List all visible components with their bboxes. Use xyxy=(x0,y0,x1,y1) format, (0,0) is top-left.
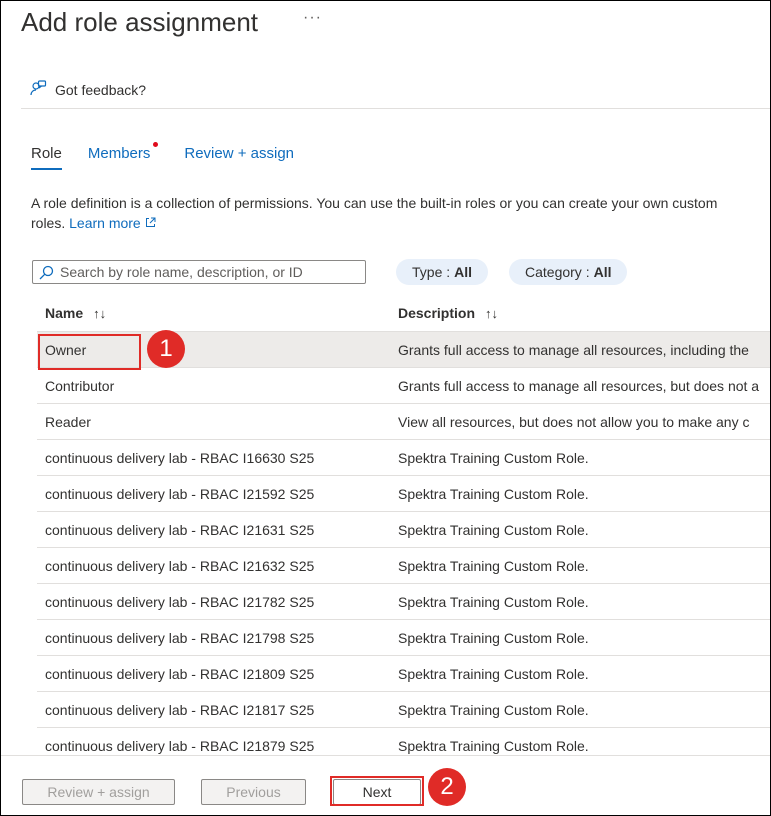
tab-members[interactable]: Members xyxy=(87,142,159,170)
role-name: continuous delivery lab - RBAC I21782 S2… xyxy=(45,593,315,610)
sort-icon[interactable]: ↑↓ xyxy=(93,306,106,321)
role-name: continuous delivery lab - RBAC I16630 S2… xyxy=(45,449,315,466)
tab-bar: Role Members Review + assign xyxy=(31,142,320,170)
role-description: Spektra Training Custom Role. xyxy=(398,665,589,682)
add-role-assignment-blade: Add role assignment ··· Got feedback? Ro… xyxy=(0,0,771,816)
role-description: Spektra Training Custom Role. xyxy=(398,701,589,718)
owner-highlight-box xyxy=(38,334,141,370)
category-filter-value: All xyxy=(593,264,612,280)
role-description: Spektra Training Custom Role. xyxy=(398,737,589,754)
role-description: Spektra Training Custom Role. xyxy=(398,521,589,538)
search-input[interactable] xyxy=(58,263,362,281)
table-row[interactable]: continuous delivery lab - RBAC I21631 S2… xyxy=(37,512,770,548)
column-description-label: Description xyxy=(398,305,476,321)
role-name: continuous delivery lab - RBAC I21632 S2… xyxy=(45,557,315,574)
review-assign-button[interactable]: Review + assign xyxy=(22,779,175,805)
divider xyxy=(21,108,770,109)
role-name: continuous delivery lab - RBAC I21879 S2… xyxy=(45,737,315,754)
role-name: continuous delivery lab - RBAC I21809 S2… xyxy=(45,665,315,682)
role-description: View all resources, but does not allow y… xyxy=(398,413,750,430)
previous-button[interactable]: Previous xyxy=(201,779,306,805)
feedback-link[interactable]: Got feedback? xyxy=(29,79,146,100)
tab-role-label: Role xyxy=(31,145,62,162)
table-row[interactable]: continuous delivery lab - RBAC I21592 S2… xyxy=(37,476,770,512)
type-filter-value: All xyxy=(454,264,473,280)
type-filter-label: Type : xyxy=(412,264,451,280)
role-description: Grants full access to manage all resourc… xyxy=(398,377,760,394)
role-description-text: A role definition is a collection of per… xyxy=(31,193,721,233)
category-filter-label: Category : xyxy=(525,264,590,280)
external-link-icon xyxy=(145,215,156,231)
role-description: Spektra Training Custom Role. xyxy=(398,485,589,502)
tab-review-assign[interactable]: Review + assign xyxy=(184,145,294,170)
roles-table: Name ↑↓ Description ↑↓ Owner Grants full ac… xyxy=(37,295,770,764)
type-filter-pill[interactable]: Type : All xyxy=(396,259,489,285)
search-icon xyxy=(39,265,54,280)
role-description: Spektra Training Custom Role. xyxy=(398,557,589,574)
table-row[interactable]: continuous delivery lab - RBAC I21632 S2… xyxy=(37,548,770,584)
step-badge-2: 2 xyxy=(428,768,466,806)
role-name: Contributor xyxy=(45,377,115,394)
feedback-label: Got feedback? xyxy=(55,81,147,98)
role-search-box[interactable] xyxy=(32,260,366,284)
column-header-description[interactable]: Description ↑↓ xyxy=(398,305,770,321)
next-highlight-box xyxy=(330,776,424,806)
notification-dot xyxy=(153,142,159,147)
role-description: Spektra Training Custom Role. xyxy=(398,629,589,646)
table-row[interactable]: continuous delivery lab - RBAC I21817 S2… xyxy=(37,692,770,728)
role-name: Reader xyxy=(45,413,91,430)
table-row[interactable]: continuous delivery lab - RBAC I21782 S2… xyxy=(37,584,770,620)
tab-members-label: Members xyxy=(87,145,151,162)
role-description: Grants full access to manage all resourc… xyxy=(398,341,749,358)
column-name-label: Name xyxy=(45,305,84,321)
role-name: continuous delivery lab - RBAC I21817 S2… xyxy=(45,701,315,718)
step-badge-1: 1 xyxy=(147,330,185,368)
learn-more-label: Learn more xyxy=(69,215,141,231)
role-name: continuous delivery lab - RBAC I21798 S2… xyxy=(45,629,315,646)
learn-more-link[interactable]: Learn more xyxy=(69,215,156,231)
sort-icon[interactable]: ↑↓ xyxy=(485,306,498,321)
table-header: Name ↑↓ Description ↑↓ xyxy=(37,295,770,332)
feedback-person-icon xyxy=(29,79,47,100)
column-header-name[interactable]: Name ↑↓ xyxy=(37,305,398,321)
page-title: Add role assignment xyxy=(21,7,259,37)
table-row[interactable]: continuous delivery lab - RBAC I16630 S2… xyxy=(37,440,770,476)
tab-role[interactable]: Role xyxy=(31,145,62,170)
table-row[interactable]: continuous delivery lab - RBAC I21798 S2… xyxy=(37,620,770,656)
role-description: Spektra Training Custom Role. xyxy=(398,593,589,610)
role-name: continuous delivery lab - RBAC I21592 S2… xyxy=(45,485,315,502)
table-row[interactable]: Contributor Grants full access to manage … xyxy=(37,368,770,404)
role-name: continuous delivery lab - RBAC I21631 S2… xyxy=(45,521,315,538)
tab-review-label: Review + assign xyxy=(184,145,295,162)
table-row[interactable]: Reader View all resources, but does not a… xyxy=(37,404,770,440)
table-row[interactable]: continuous delivery lab - RBAC I21809 S2… xyxy=(37,656,770,692)
role-description: Spektra Training Custom Role. xyxy=(398,449,589,466)
category-filter-pill[interactable]: Category : All xyxy=(509,259,628,285)
more-options-button[interactable]: ··· xyxy=(303,9,322,27)
